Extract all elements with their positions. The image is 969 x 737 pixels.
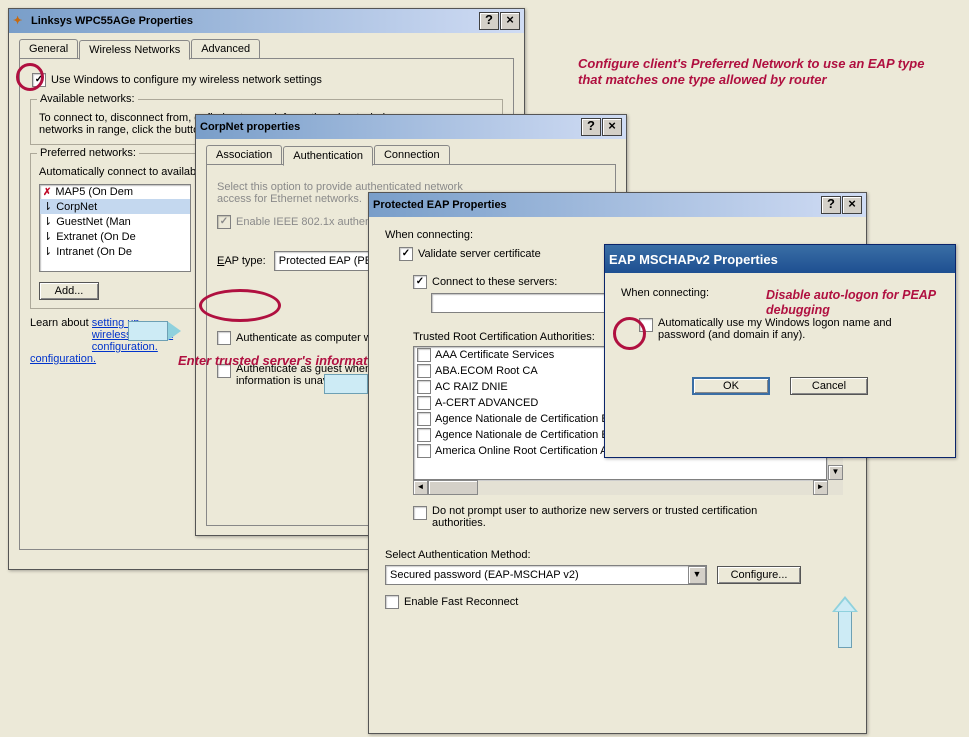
window-mschapv2-properties: EAP MSCHAPv2 Properties When connecting:… bbox=[604, 244, 956, 458]
network-icon: ⇂ bbox=[43, 215, 52, 228]
checkbox-connect-servers[interactable] bbox=[413, 275, 427, 289]
label-use-windows-config: Use Windows to configure my wireless net… bbox=[51, 74, 322, 86]
titlebar-title: CorpNet properties bbox=[200, 121, 580, 133]
tabs: General Wireless Networks Advanced bbox=[19, 39, 514, 59]
ok-button[interactable]: OK bbox=[692, 377, 770, 395]
close-button[interactable]: × bbox=[500, 12, 520, 30]
help-button[interactable]: ? bbox=[479, 12, 499, 30]
ca-checkbox[interactable] bbox=[417, 396, 431, 410]
preferred-networks-list[interactable]: ✗MAP5 (On Dem ⇂CorpNet ⇂GuestNet (Man ⇂E… bbox=[39, 184, 191, 272]
app-icon: ✦ bbox=[13, 14, 27, 28]
titlebar-corpnet[interactable]: CorpNet properties ? × bbox=[196, 115, 626, 139]
titlebar-title: EAP MSCHAPv2 Properties bbox=[609, 252, 951, 267]
list-item: ⇂Intranet (On De bbox=[40, 244, 190, 259]
label-connect-servers: Connect to these servers: bbox=[432, 276, 557, 288]
checkbox-enable-8021x bbox=[217, 215, 231, 229]
ca-checkbox[interactable] bbox=[417, 348, 431, 362]
network-icon: ⇂ bbox=[43, 230, 52, 243]
tab-advanced[interactable]: Advanced bbox=[191, 39, 260, 59]
learn-about-link-line2[interactable]: configuration. bbox=[30, 353, 96, 365]
label-select-auth-method: Select Authentication Method: bbox=[385, 549, 850, 561]
checkbox-auto-windows-logon[interactable] bbox=[639, 318, 653, 332]
label-fast-reconnect: Enable Fast Reconnect bbox=[404, 596, 518, 608]
tabs: Association Authentication Connection bbox=[206, 145, 616, 165]
checkbox-no-prompt[interactable] bbox=[413, 506, 427, 520]
ca-checkbox[interactable] bbox=[417, 412, 431, 426]
list-item: ⇂Extranet (On De bbox=[40, 229, 190, 244]
tab-general[interactable]: General bbox=[19, 39, 78, 59]
network-icon: ⇂ bbox=[43, 200, 52, 213]
scroll-down-button[interactable]: ▼ bbox=[828, 465, 843, 480]
ca-checkbox[interactable] bbox=[417, 380, 431, 394]
label-no-prompt: Do not prompt user to authorize new serv… bbox=[432, 505, 772, 529]
scroll-right-button[interactable]: ► bbox=[813, 480, 828, 495]
label-eap-type: EAP type: bbox=[217, 255, 266, 267]
checkbox-use-windows-config[interactable] bbox=[32, 73, 46, 87]
checkbox-fast-reconnect[interactable] bbox=[385, 595, 399, 609]
annotation-top-right: Configure client's Preferred Network to … bbox=[578, 56, 948, 89]
cancel-button[interactable]: Cancel bbox=[790, 377, 868, 395]
network-icon: ⇂ bbox=[43, 245, 52, 258]
scroll-corner bbox=[828, 480, 843, 495]
ca-checkbox[interactable] bbox=[417, 364, 431, 378]
titlebar-title: Protected EAP Properties bbox=[373, 199, 820, 211]
tab-association[interactable]: Association bbox=[206, 145, 282, 165]
label-when-connecting: When connecting: bbox=[385, 229, 850, 241]
legend-preferred: Preferred networks: bbox=[37, 147, 139, 159]
tab-wireless-networks[interactable]: Wireless Networks bbox=[79, 40, 190, 60]
configure-button[interactable]: Configure... bbox=[717, 566, 801, 584]
scroll-thumb-h[interactable] bbox=[428, 480, 478, 495]
label-auto-windows-logon: Automatically use my Windows logon name … bbox=[658, 317, 928, 341]
list-item: ⇂CorpNet bbox=[40, 199, 190, 214]
legend-available: Available networks: bbox=[37, 93, 138, 105]
ca-checkbox[interactable] bbox=[417, 428, 431, 442]
close-button[interactable]: × bbox=[602, 118, 622, 136]
add-button[interactable]: Add... bbox=[39, 282, 99, 300]
list-item: ⇂GuestNet (Man bbox=[40, 214, 190, 229]
dropdown-button-icon: ▼ bbox=[688, 566, 706, 584]
checkbox-auth-as-computer[interactable] bbox=[217, 331, 231, 345]
ca-checkbox[interactable] bbox=[417, 444, 431, 458]
arrow-corpnet-to-eap bbox=[128, 322, 181, 340]
tab-authentication[interactable]: Authentication bbox=[283, 146, 373, 166]
dropdown-auth-method[interactable]: Secured password (EAP-MSCHAP v2) ▼ bbox=[385, 565, 707, 585]
tab-connection[interactable]: Connection bbox=[374, 145, 450, 165]
label-validate-server: Validate server certificate bbox=[418, 248, 541, 260]
help-button[interactable]: ? bbox=[821, 196, 841, 214]
help-button[interactable]: ? bbox=[581, 118, 601, 136]
titlebar-peap[interactable]: Protected EAP Properties ? × bbox=[369, 193, 866, 217]
disabled-network-icon: ✗ bbox=[43, 187, 51, 198]
titlebar-linksys[interactable]: ✦ Linksys WPC55AGe Properties ? × bbox=[9, 9, 524, 33]
close-button[interactable]: × bbox=[842, 196, 862, 214]
scroll-left-button[interactable]: ◄ bbox=[413, 480, 428, 495]
learn-about-text: Learn about bbox=[30, 317, 92, 329]
titlebar-mschapv2[interactable]: EAP MSCHAPv2 Properties bbox=[605, 245, 955, 273]
checkbox-validate-server[interactable] bbox=[399, 247, 413, 261]
annotation-circle-eap-type bbox=[199, 289, 281, 322]
annotation-disable-auto-logon: Disable auto-logon for PEAP debugging bbox=[766, 288, 936, 318]
titlebar-title: Linksys WPC55AGe Properties bbox=[31, 15, 478, 27]
dropdown-auth-method-value: Secured password (EAP-MSCHAP v2) bbox=[386, 569, 688, 581]
list-item: ✗MAP5 (On Dem bbox=[40, 185, 190, 199]
annotation-up-arrow bbox=[832, 596, 858, 648]
